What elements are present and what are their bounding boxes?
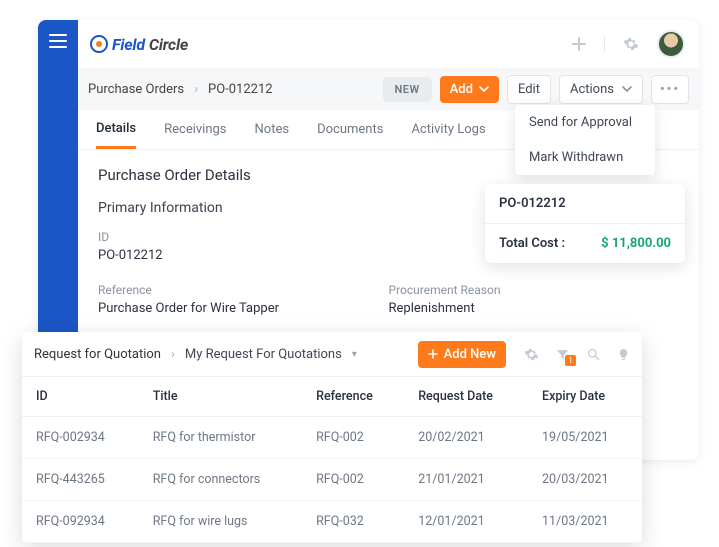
summary-card: PO-012212 Total Cost : $ 11,800.00 (485, 184, 685, 263)
rfq-table: ID Title Reference Request Date Expiry D… (22, 376, 642, 543)
cell-request-date: 12/01/2021 (404, 501, 528, 543)
tab-activity-logs[interactable]: Activity Logs (411, 112, 485, 147)
logo-icon (90, 35, 108, 53)
cell-id: RFQ-002934 (22, 417, 139, 459)
menu-icon[interactable] (49, 34, 67, 48)
reference-value: Purchase Order for Wire Tapper (98, 301, 389, 316)
brand-field: Field (112, 35, 145, 54)
col-request-date[interactable]: Request Date (404, 377, 528, 417)
cell-expiry-date: 20/03/2021 (528, 459, 642, 501)
tab-notes[interactable]: Notes (255, 112, 290, 147)
col-reference[interactable]: Reference (302, 377, 404, 417)
cell-reference: RFQ-002 (302, 417, 404, 459)
status-badge: NEW (383, 77, 432, 102)
breadcrumb: Purchase Orders › PO-012212 (88, 82, 375, 97)
reference-label: Reference (98, 283, 389, 297)
cell-expiry-date: 11/03/2021 (528, 501, 642, 543)
plus-icon (428, 349, 438, 359)
cell-id: RFQ-092934 (22, 501, 139, 543)
edit-button[interactable]: Edit (507, 75, 551, 104)
rfq-header: Request for Quotation › My Request For Q… (22, 332, 642, 376)
bulb-icon[interactable] (617, 347, 630, 362)
cell-title: RFQ for connectors (139, 459, 302, 501)
actions-button-label: Actions (570, 82, 614, 97)
reason-value: Replenishment (389, 301, 680, 316)
cell-request-date: 21/01/2021 (404, 459, 528, 501)
menu-item-mark-withdrawn[interactable]: Mark Withdrawn (515, 140, 655, 175)
divider (604, 36, 605, 52)
chevron-down-icon (479, 84, 489, 94)
cell-reference: RFQ-032 (302, 501, 404, 543)
add-new-button[interactable]: Add New (418, 341, 506, 368)
rfq-breadcrumb-root[interactable]: Request for Quotation (34, 347, 161, 362)
topbar: FieldCircle (78, 20, 699, 68)
actions-menu: Send for Approval Mark Withdrawn (515, 105, 655, 175)
table-row[interactable]: RFQ-002934 RFQ for thermistor RFQ-002 20… (22, 417, 642, 459)
more-button[interactable]: ••• (651, 75, 689, 104)
col-id[interactable]: ID (22, 377, 139, 417)
table-header-row: ID Title Reference Request Date Expiry D… (22, 377, 642, 417)
add-button[interactable]: Add (440, 76, 499, 103)
gear-icon[interactable] (524, 347, 539, 362)
tab-documents[interactable]: Documents (317, 112, 383, 147)
breadcrumb-row: Purchase Orders › PO-012212 NEW Add Edit… (78, 68, 699, 110)
tab-receivings[interactable]: Receivings (164, 112, 226, 147)
summary-cost-value: $ 11,800.00 (601, 236, 671, 251)
search-icon[interactable] (586, 347, 601, 362)
chevron-right-icon: › (194, 82, 198, 97)
add-button-label: Add (450, 82, 473, 97)
breadcrumb-current: PO-012212 (208, 82, 273, 97)
rfq-breadcrumb-current[interactable]: My Request For Quotations (185, 347, 342, 362)
summary-title: PO-012212 (485, 184, 685, 224)
filter-count-badge: 1 (565, 355, 576, 366)
rfq-panel: Request for Quotation › My Request For Q… (22, 332, 642, 543)
caret-down-icon[interactable]: ▾ (352, 349, 357, 360)
reason-label: Procurement Reason (389, 283, 680, 297)
gear-icon[interactable] (623, 36, 639, 52)
plus-icon[interactable] (572, 37, 586, 51)
summary-cost-label: Total Cost : (499, 236, 565, 251)
filter-button[interactable]: 1 (555, 347, 570, 362)
chevron-down-icon (622, 84, 632, 94)
cell-id: RFQ-443265 (22, 459, 139, 501)
table-row[interactable]: RFQ-443265 RFQ for connectors RFQ-002 21… (22, 459, 642, 501)
cell-title: RFQ for wire lugs (139, 501, 302, 543)
cell-title: RFQ for thermistor (139, 417, 302, 459)
col-title[interactable]: Title (139, 377, 302, 417)
brand-logo: FieldCircle (90, 35, 188, 54)
tab-details[interactable]: Details (96, 111, 136, 149)
cell-reference: RFQ-002 (302, 459, 404, 501)
menu-item-send-approval[interactable]: Send for Approval (515, 105, 655, 140)
cell-expiry-date: 19/05/2021 (528, 417, 642, 459)
col-expiry-date[interactable]: Expiry Date (528, 377, 642, 417)
chevron-right-icon: › (171, 347, 175, 362)
actions-button[interactable]: Actions (559, 75, 643, 104)
avatar[interactable] (657, 30, 685, 58)
brand-circle: Circle (149, 35, 188, 54)
cell-request-date: 20/02/2021 (404, 417, 528, 459)
breadcrumb-root[interactable]: Purchase Orders (88, 82, 184, 97)
add-new-label: Add New (444, 347, 496, 362)
table-row[interactable]: RFQ-092934 RFQ for wire lugs RFQ-032 12/… (22, 501, 642, 543)
